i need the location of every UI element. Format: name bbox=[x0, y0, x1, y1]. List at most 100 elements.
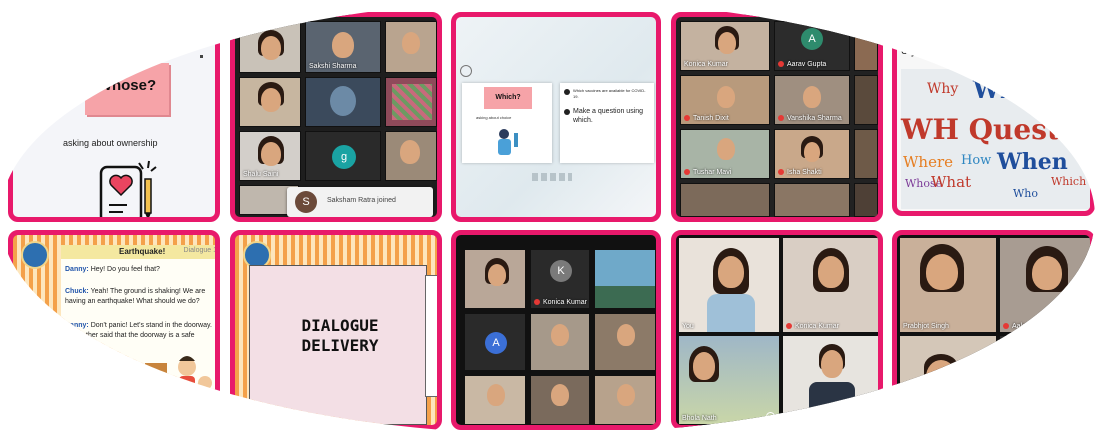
cloud-word: Why bbox=[927, 81, 959, 97]
cloud-word: Who bbox=[1041, 85, 1078, 104]
video-tile: Tushar Mavi bbox=[680, 129, 770, 179]
participant-name: Konica Kumar bbox=[786, 323, 839, 330]
slide-panel: DIALOGUE DELIVERY bbox=[249, 265, 427, 425]
participant-name: Shalu Saini bbox=[243, 171, 279, 178]
video-tile bbox=[239, 21, 301, 73]
tile-video-gallery-10: Prabhjot Singh Aakriti Bhatia Ansh Sharm… bbox=[892, 230, 1095, 430]
video-tile: Konica Kumar bbox=[782, 237, 878, 333]
dialogue-line: Danny: Hey! Do you feel that? bbox=[65, 266, 160, 273]
dialogue-panel: Earthquake! Dialogue 1 Danny: Hey! Do yo… bbox=[61, 245, 217, 429]
video-tile bbox=[385, 77, 437, 127]
mic-off-icon bbox=[778, 61, 784, 68]
tile-whose-slide: Whose? asking about ownership bbox=[8, 12, 220, 222]
avatar: A bbox=[801, 28, 823, 50]
video-tile bbox=[385, 131, 437, 181]
dialogue-line: Danny: I think it stopped. Are you scare… bbox=[65, 402, 118, 429]
participant-name: Ansh Sharma bbox=[903, 415, 946, 422]
question-2: Make a question using which. bbox=[573, 108, 644, 124]
video-tile: Prabhjot Singh bbox=[899, 237, 997, 333]
tile-video-gallery-9: You Konica Kumar Bhola Nath Vikram Singh bbox=[671, 230, 883, 430]
cloud-word: Where bbox=[903, 153, 954, 171]
video-tile bbox=[530, 313, 590, 371]
video-tile: Ansh Sharma bbox=[899, 335, 997, 425]
video-tile bbox=[594, 249, 656, 309]
participant-name: Sakshi Sharma bbox=[309, 63, 357, 70]
tile-wh-wordcloud: o you observe in Why What Who WH Questio… bbox=[892, 12, 1095, 216]
question-1: Which vaccines are available for COVID-1… bbox=[573, 88, 646, 99]
participant-name: You bbox=[682, 323, 694, 330]
video-tile: Vanshika Sharma bbox=[774, 75, 850, 125]
cartoon-characters-icon bbox=[145, 356, 212, 420]
tile-video-gallery-2: Sakshi Sharma Shalu Saini g S Saksham Ra… bbox=[230, 12, 442, 222]
video-tile bbox=[680, 183, 770, 217]
participant-name: Aakriti Bhatia bbox=[1003, 323, 1053, 330]
heading-card: Whose? bbox=[85, 63, 169, 115]
video-tile: Vikram Singh bbox=[782, 335, 878, 425]
video-tile bbox=[854, 75, 878, 125]
video-tile: Shalu Saini bbox=[239, 131, 301, 181]
slide-dots bbox=[532, 173, 572, 181]
dialogue-title: Earthquake! bbox=[119, 247, 166, 256]
cloud-word: WH Questions bbox=[901, 113, 1090, 146]
tile-video-gallery-4: Konica Kumar A Aarav Gupta Tanish Dixit V… bbox=[671, 12, 883, 222]
participant-name: Bhola Nath bbox=[682, 415, 717, 422]
word-cloud: Why What Who WH Questions Where When How… bbox=[901, 69, 1090, 209]
which-title-card: Which? bbox=[484, 87, 532, 109]
mic-off-icon bbox=[534, 299, 540, 306]
mic-off-icon bbox=[778, 169, 784, 176]
pin-icon bbox=[766, 412, 775, 421]
participant-name: Aarav Gupta bbox=[778, 61, 826, 68]
video-tile bbox=[854, 183, 878, 217]
video-tile: Konica Kumar bbox=[680, 21, 770, 71]
cloud-word: Which bbox=[1051, 175, 1087, 188]
avatar: A bbox=[485, 332, 507, 354]
which-card: Which? asking about choice bbox=[462, 83, 552, 163]
cloud-word: When bbox=[997, 149, 1068, 175]
mic-off-icon bbox=[684, 169, 690, 176]
joiner-avatar: S bbox=[295, 191, 317, 213]
mic-off-icon bbox=[684, 115, 690, 122]
vaccine-illustration-icon bbox=[498, 129, 518, 155]
slide-title: DIALOGUE DELIVERY bbox=[301, 316, 379, 355]
video-tile: K Konica Kumar bbox=[530, 249, 590, 309]
tile-dialogue-delivery: DIALOGUE DELIVERY bbox=[230, 230, 442, 430]
mic-off-icon bbox=[1003, 323, 1009, 330]
dialogue-line: Danny: Don't panic! Let's stand in the d… bbox=[65, 322, 212, 349]
avatar: K bbox=[550, 260, 572, 282]
school-logo bbox=[21, 241, 49, 269]
tile-which-slide: Which? asking about choice Which vaccine… bbox=[451, 12, 661, 222]
slide-corner-mark bbox=[200, 55, 203, 58]
photo-collage: Whose? asking about ownership Sakshi Sha… bbox=[0, 0, 1095, 434]
video-tile bbox=[239, 77, 301, 127]
video-tile bbox=[464, 375, 526, 425]
video-tile bbox=[999, 335, 1090, 425]
participant-name: Konica Kumar bbox=[534, 299, 587, 306]
participant-name: Vanshika Sharma bbox=[778, 115, 842, 122]
cloud-word: How bbox=[961, 153, 992, 168]
participant-name: Tushar Mavi bbox=[684, 169, 731, 176]
participant-name: Prabhjot Singh bbox=[903, 323, 949, 330]
side-panel bbox=[425, 275, 437, 397]
video-tile bbox=[594, 313, 656, 371]
video-tile bbox=[854, 21, 878, 71]
avatar: g bbox=[332, 145, 356, 169]
slide-banner: o you observe in bbox=[901, 43, 990, 57]
cloud-word: What bbox=[973, 75, 1045, 104]
document-heart-icon bbox=[99, 160, 157, 217]
mic-off-icon bbox=[778, 115, 784, 122]
participant-name: Vikram Singh bbox=[786, 415, 837, 422]
which-subtitle: asking about choice bbox=[476, 115, 512, 120]
mic-off-icon bbox=[786, 415, 792, 422]
question-bullet-1 bbox=[564, 89, 570, 95]
page-marker-icon bbox=[460, 65, 472, 77]
dialogue-header: Earthquake! Dialogue 1 bbox=[61, 245, 217, 259]
question-bullet-2 bbox=[564, 109, 570, 115]
video-tile bbox=[774, 183, 850, 217]
participant-name: Tanish Dixit bbox=[684, 115, 729, 122]
dialogue-tag: Dialogue 1 bbox=[183, 247, 217, 254]
loading-ring-icon bbox=[1030, 364, 1052, 386]
video-tile bbox=[464, 249, 526, 309]
join-notification: S Saksham Ratra joined bbox=[287, 187, 433, 217]
video-tile: Aakriti Bhatia bbox=[999, 237, 1090, 333]
video-tile bbox=[305, 77, 381, 127]
